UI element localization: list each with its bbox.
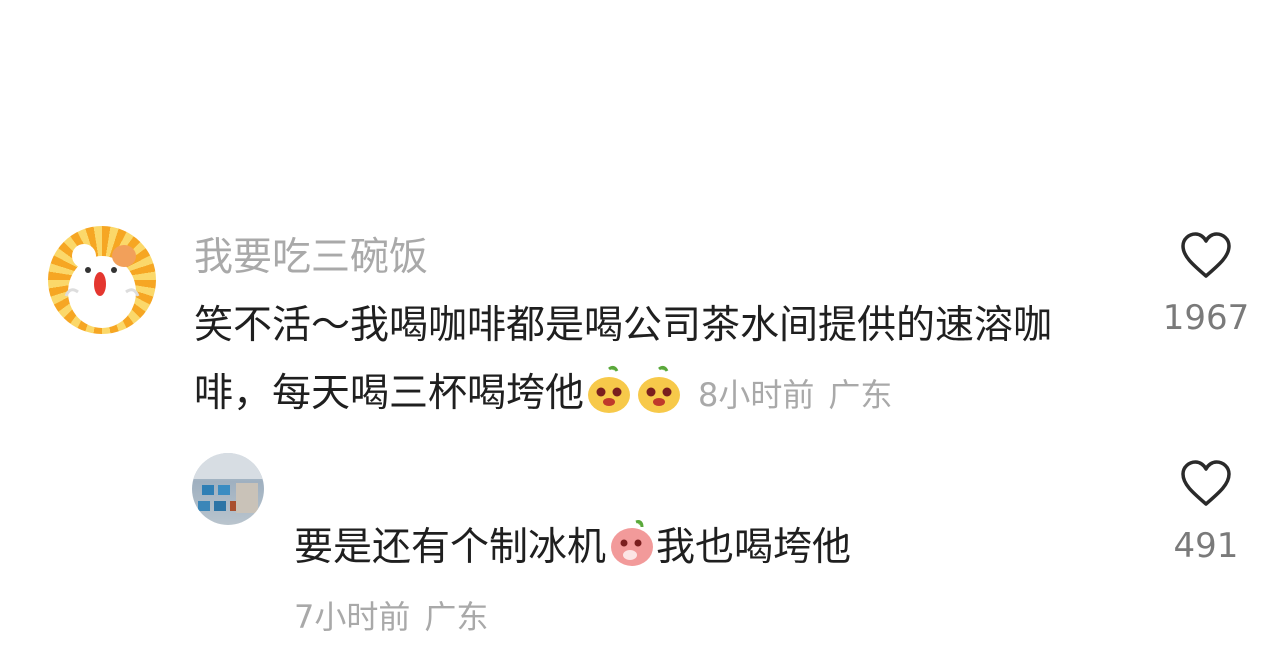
comment-like[interactable]: 1967 <box>1156 232 1256 338</box>
reply-time: 7小时前 <box>294 598 411 636</box>
reply-text-before: 要是还有个制冰机 <box>294 525 607 570</box>
heart-icon[interactable] <box>1180 232 1232 280</box>
reply-like[interactable]: 491 <box>1156 460 1256 566</box>
reply-text-after: 我也喝垮他 <box>656 525 852 570</box>
comment-time: 8小时前 <box>698 376 815 414</box>
reply-body: 要是还有个制冰机 我也喝垮他 <box>294 518 851 578</box>
comment-section: 我要吃三碗饭 笑不活～我喝咖啡都是喝公司茶水间提供的速溶咖啡，每天喝三杯喝垮他 … <box>0 0 1284 661</box>
like-count: 491 <box>1173 526 1239 566</box>
pink-peach-emoji <box>611 520 654 566</box>
reply-location: 广东 <box>424 598 489 636</box>
reply-user-avatar[interactable] <box>192 453 264 525</box>
like-count: 1967 <box>1162 298 1250 338</box>
cartoon-hamster-avatar <box>64 244 140 328</box>
yellow-dog-emoji <box>638 365 681 413</box>
yellow-dog-emoji <box>588 365 631 413</box>
user-avatar[interactable] <box>48 226 156 334</box>
reply-meta: 7小时前 广东 <box>294 592 488 638</box>
comment-body: 笑不活～我喝咖啡都是喝公司茶水间提供的速溶咖啡，每天喝三杯喝垮他 8小时前 广东 <box>194 292 1114 429</box>
photo-avatar <box>192 453 264 513</box>
heart-icon[interactable] <box>1180 460 1232 508</box>
comment-location: 广东 <box>828 376 893 414</box>
comment-username[interactable]: 我要吃三碗饭 <box>194 226 428 282</box>
